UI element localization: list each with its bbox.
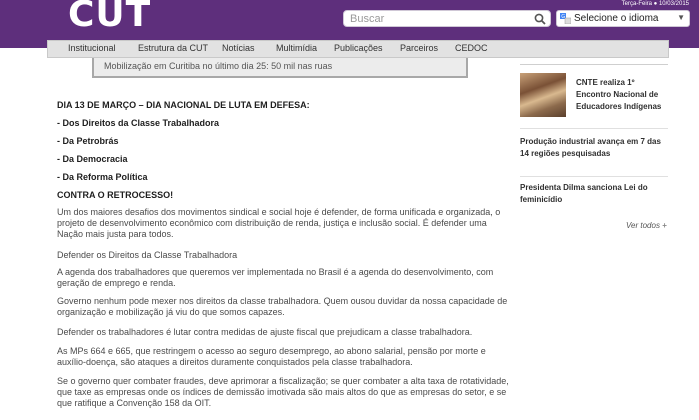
see-all-label: Ver todos (626, 221, 660, 230)
date-label: Terça-Feira ● 10/03/2015 (621, 1, 689, 7)
sidebar-divider (520, 176, 668, 177)
article-paragraph: Se o governo quer combater fraudes, deve… (57, 376, 509, 408)
svg-text:G: G (561, 14, 565, 20)
chevron-down-icon: ▼ (677, 13, 685, 22)
news-thumbnail[interactable] (520, 73, 566, 117)
article-slogan: CONTRA O RETROCESSO! (57, 190, 174, 200)
nav-item-noticias[interactable]: Notícias (222, 43, 255, 53)
article-paragraph: Governo nenhum pode mexer nos direitos d… (57, 296, 508, 317)
article-point-direitos: - Dos Direitos da Classe Trabalhadora (57, 118, 220, 128)
article-paragraph: Defender os Direitos da Classe Trabalhad… (57, 250, 238, 260)
sidebar-news-item[interactable]: CNTE realiza 1º Encontro Nacional de Edu… (576, 77, 670, 113)
nav-item-parceiros[interactable]: Parceiros (400, 43, 438, 53)
language-label: Selecione o idioma (574, 13, 659, 24)
nav-item-cedoc[interactable]: CEDOC (455, 43, 488, 53)
article-paragraph: A agenda dos trabalhadores que queremos … (57, 267, 494, 288)
photo-caption-box: Mobilização em Curitiba no último dia 25… (92, 58, 468, 78)
nav-item-publicacoes[interactable]: Publicações (334, 43, 383, 53)
article-point-reforma: - Da Reforma Política (57, 172, 148, 182)
article-point-democracia: - Da Democracia (57, 154, 128, 164)
see-all-link[interactable]: Ver todos + (626, 221, 667, 230)
article-paragraph: As MPs 664 e 665, que restringem o acess… (57, 346, 486, 367)
search-icon[interactable] (534, 13, 546, 25)
sidebar-divider (520, 64, 668, 65)
photo-caption: Mobilização em Curitiba no último dia 25… (104, 61, 333, 71)
search-input[interactable] (350, 12, 528, 25)
nav-item-multimidia[interactable]: Multimídia (276, 43, 317, 53)
cut-logo[interactable]: CUT (68, 0, 151, 35)
search-box[interactable] (343, 10, 551, 27)
sidebar-divider (520, 128, 668, 129)
nav-item-estrutura[interactable]: Estrutura da CUT (138, 43, 208, 53)
article-headline: DIA 13 DE MARÇO – DIA NACIONAL DE LUTA E… (57, 100, 310, 110)
language-select[interactable]: G Selecione o idioma ▼ (556, 10, 690, 27)
nav-item-institucional[interactable]: Institucional (68, 43, 116, 53)
article-paragraph: Defender os trabalhadores é lutar contra… (57, 327, 473, 337)
plus-icon: + (662, 221, 667, 230)
article-point-petrobras: - Da Petrobrás (57, 136, 119, 146)
google-translate-icon: G (560, 13, 571, 24)
article-paragraph: Um dos maiores desafios dos movimentos s… (57, 207, 501, 239)
sidebar-news-item[interactable]: Produção industrial avança em 7 das 14 r… (520, 136, 670, 160)
sidebar-news-item[interactable]: Presidenta Dilma sanciona Lei do feminic… (520, 182, 670, 206)
main-nav: Institucional Estrutura da CUT Notícias … (47, 40, 669, 58)
